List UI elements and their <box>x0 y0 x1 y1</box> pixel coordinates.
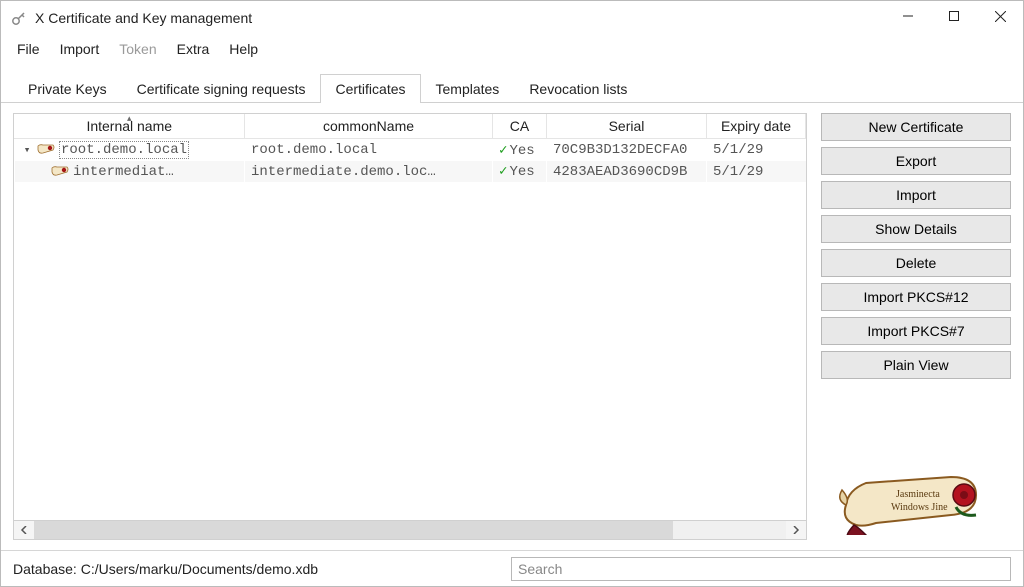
app-logo: Jasminecta Windows Jine <box>821 460 1011 540</box>
tab-revocation-lists[interactable]: Revocation lists <box>514 74 642 103</box>
menu-help[interactable]: Help <box>219 39 268 59</box>
cell-serial: 4283AEAD3690CD9B <box>547 161 707 182</box>
action-pane: New Certificate Export Import Show Detai… <box>821 113 1011 540</box>
scroll-thumb[interactable] <box>34 521 673 539</box>
certificate-icon <box>51 166 69 178</box>
close-button[interactable] <box>977 1 1023 31</box>
cell-ca: Yes <box>509 143 534 159</box>
maximize-button[interactable] <box>931 1 977 31</box>
database-path: Database: C:/Users/marku/Documents/demo.… <box>13 561 491 577</box>
horizontal-scrollbar[interactable] <box>13 520 807 540</box>
new-certificate-button[interactable]: New Certificate <box>821 113 1011 141</box>
cell-expiry: 5/1/29 <box>707 139 806 162</box>
import-pkcs7-button[interactable]: Import PKCS#7 <box>821 317 1011 345</box>
scroll-track[interactable] <box>34 521 786 539</box>
check-icon: ✓ <box>499 164 507 180</box>
import-button[interactable]: Import <box>821 181 1011 209</box>
check-icon: ✓ <box>499 143 507 159</box>
col-common-name[interactable]: commonName <box>245 114 493 139</box>
titlebar: X Certificate and Key management <box>1 1 1023 35</box>
cell-expiry: 5/1/29 <box>707 161 806 182</box>
certificate-table: ▴Internal name commonName CA Serial Expi… <box>13 113 807 520</box>
app-key-icon <box>11 10 27 26</box>
col-serial[interactable]: Serial <box>547 114 707 139</box>
plain-view-button[interactable]: Plain View <box>821 351 1011 379</box>
tab-csr[interactable]: Certificate signing requests <box>122 74 321 103</box>
show-details-button[interactable]: Show Details <box>821 215 1011 243</box>
menu-import[interactable]: Import <box>50 39 110 59</box>
tab-templates[interactable]: Templates <box>421 74 515 103</box>
minimize-button[interactable] <box>885 1 931 31</box>
window-title: X Certificate and Key management <box>35 10 252 26</box>
col-ca[interactable]: CA <box>493 114 547 139</box>
cell-common-name: intermediate.demo.loc… <box>245 161 493 182</box>
menu-token: Token <box>109 39 166 59</box>
chevron-down-icon[interactable]: ▾ <box>21 143 33 157</box>
scroll-left-button[interactable] <box>14 521 34 539</box>
tab-certificates[interactable]: Certificates <box>320 74 420 103</box>
menubar: File Import Token Extra Help <box>1 35 1023 63</box>
cell-internal-name: root.demo.local <box>61 142 187 158</box>
col-internal-name[interactable]: ▴Internal name <box>15 114 245 139</box>
cell-serial: 70C9B3D132DECFA0 <box>547 139 707 162</box>
search-input[interactable] <box>511 557 1011 581</box>
window-controls <box>885 1 1023 35</box>
svg-text:Windows Jine: Windows Jine <box>891 502 948 513</box>
sort-asc-icon: ▴ <box>127 113 132 124</box>
table-row[interactable]: intermediat… intermediate.demo.loc… ✓Yes… <box>15 161 806 182</box>
menu-extra[interactable]: Extra <box>167 39 220 59</box>
statusbar: Database: C:/Users/marku/Documents/demo.… <box>1 550 1023 586</box>
cell-ca: Yes <box>509 164 534 180</box>
window: X Certificate and Key management File Im… <box>0 0 1024 587</box>
body: ▴Internal name commonName CA Serial Expi… <box>1 103 1023 550</box>
tab-private-keys[interactable]: Private Keys <box>13 74 122 103</box>
import-pkcs12-button[interactable]: Import PKCS#12 <box>821 283 1011 311</box>
certificate-list-pane: ▴Internal name commonName CA Serial Expi… <box>13 113 807 540</box>
table-row[interactable]: ▾ root.demo.local root.demo.local ✓Yes 7… <box>15 139 806 162</box>
svg-text:Jasminecta: Jasminecta <box>896 489 940 500</box>
delete-button[interactable]: Delete <box>821 249 1011 277</box>
col-expiry[interactable]: Expiry date <box>707 114 806 139</box>
cell-common-name: root.demo.local <box>245 139 493 162</box>
cell-internal-name: intermediat… <box>73 164 174 180</box>
tab-bar: Private Keys Certificate signing request… <box>1 63 1023 103</box>
scroll-right-button[interactable] <box>786 521 806 539</box>
menu-file[interactable]: File <box>7 39 50 59</box>
export-button[interactable]: Export <box>821 147 1011 175</box>
certificate-icon <box>37 144 55 156</box>
